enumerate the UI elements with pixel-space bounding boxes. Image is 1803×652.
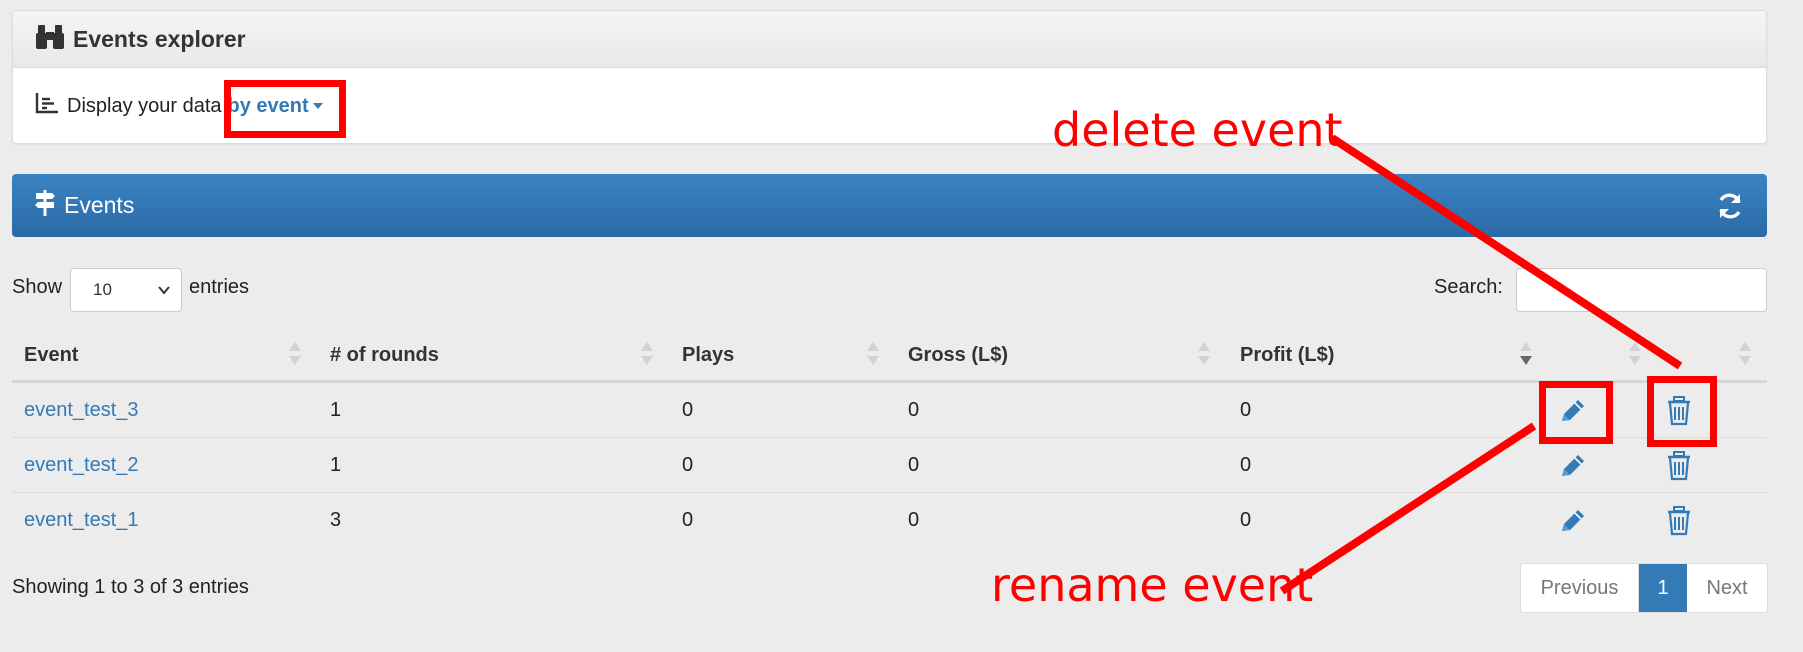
- column-header-gross[interactable]: Gross (L$): [908, 344, 1008, 367]
- pencil-icon[interactable]: [1556, 504, 1590, 538]
- annotation-delete-event: delete event: [1052, 103, 1343, 157]
- explorer-body: Display your data by event: [13, 68, 1766, 144]
- profit-cell: 0: [1240, 454, 1252, 476]
- next-page-button[interactable]: Next: [1687, 564, 1767, 612]
- events-panel-title: Events: [64, 192, 135, 218]
- rounds-cell: 3: [330, 509, 342, 531]
- annotation-rename-event: rename event: [991, 558, 1314, 612]
- sort-icon[interactable]: [1629, 342, 1641, 368]
- column-header-event[interactable]: Event: [24, 344, 78, 367]
- display-mode-value: by event: [227, 94, 309, 117]
- table-row: event_test_2 1 0 0 0: [12, 438, 1767, 493]
- refresh-icon[interactable]: [1715, 191, 1745, 221]
- chevron-down-icon: [157, 282, 171, 302]
- explorer-title: Events explorer: [73, 25, 246, 52]
- table-info: Showing 1 to 3 of 3 entries: [12, 576, 249, 598]
- trash-icon[interactable]: [1662, 504, 1696, 538]
- column-header-plays[interactable]: Plays: [682, 344, 734, 367]
- table-header: Event # of rounds Plays Gross (L$) Profi…: [12, 330, 1767, 383]
- sort-desc-icon[interactable]: [1520, 342, 1532, 368]
- previous-page-button[interactable]: Previous: [1521, 564, 1639, 612]
- gross-cell: 0: [908, 454, 920, 476]
- events-explorer-panel: Events explorer Display your data by eve…: [12, 10, 1767, 144]
- display-mode-dropdown[interactable]: by event: [228, 95, 323, 118]
- plays-cell: 0: [682, 454, 694, 476]
- show-label: Show: [12, 276, 63, 298]
- search-input[interactable]: [1516, 268, 1767, 312]
- caret-down-icon: [312, 103, 323, 109]
- entries-label: entries: [189, 276, 250, 298]
- signpost-icon: [34, 190, 56, 221]
- table-controls: Show 10 entries Search:: [12, 268, 1767, 312]
- trash-icon[interactable]: [1662, 394, 1696, 428]
- explorer-header: Events explorer: [13, 11, 1766, 68]
- event-name-link[interactable]: event_test_3: [24, 399, 139, 422]
- sort-icon[interactable]: [1739, 342, 1751, 368]
- pencil-icon[interactable]: [1556, 394, 1590, 428]
- sort-icon[interactable]: [867, 342, 879, 368]
- page-length-select[interactable]: 10: [70, 268, 182, 312]
- rounds-cell: 1: [330, 454, 342, 476]
- rounds-cell: 1: [330, 399, 342, 421]
- pagination: Previous 1 Next: [1520, 563, 1768, 613]
- plays-cell: 0: [682, 399, 694, 421]
- events-table: Event # of rounds Plays Gross (L$) Profi…: [12, 330, 1767, 548]
- plays-cell: 0: [682, 509, 694, 531]
- table-row: event_test_3 1 0 0 0: [12, 383, 1767, 438]
- page-1-button[interactable]: 1: [1639, 564, 1687, 612]
- trash-icon[interactable]: [1662, 449, 1696, 483]
- table-row: event_test_1 3 0 0 0: [12, 493, 1767, 548]
- pencil-icon[interactable]: [1556, 449, 1590, 483]
- sort-icon[interactable]: [641, 342, 653, 368]
- gross-cell: 0: [908, 399, 920, 421]
- profit-cell: 0: [1240, 509, 1252, 531]
- profit-cell: 0: [1240, 399, 1252, 421]
- display-data-label: Display your data: [67, 94, 222, 117]
- column-header-profit[interactable]: Profit (L$): [1240, 344, 1334, 367]
- search-label: Search:: [1434, 276, 1503, 298]
- events-panel-header: Events: [12, 174, 1767, 237]
- sort-icon[interactable]: [289, 342, 301, 368]
- event-name-link[interactable]: event_test_1: [24, 509, 139, 532]
- chart-lines-icon: [35, 92, 59, 120]
- column-header-rounds[interactable]: # of rounds: [330, 344, 439, 367]
- binoculars-icon: [35, 24, 65, 55]
- sort-icon[interactable]: [1198, 342, 1210, 368]
- gross-cell: 0: [908, 509, 920, 531]
- event-name-link[interactable]: event_test_2: [24, 454, 139, 477]
- page-length-value: 10: [93, 280, 112, 299]
